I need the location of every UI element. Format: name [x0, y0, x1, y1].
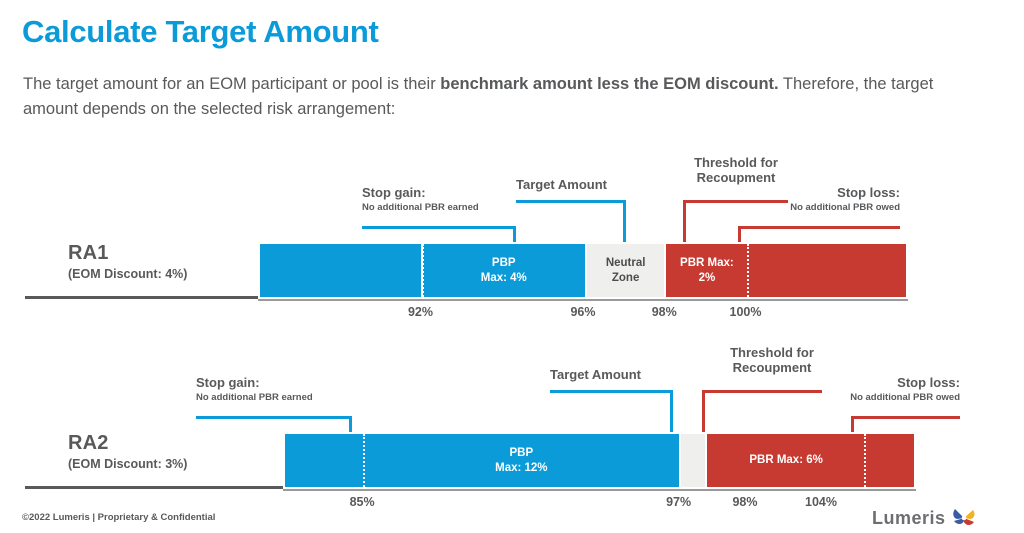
leader-rail-stop-loss-ra2 [851, 416, 960, 419]
leader-drop-threshold-ra1 [683, 200, 686, 244]
callout-threshold-ra1: Threshold for Recoupment [676, 155, 796, 185]
callout-title: Stop loss: [897, 375, 960, 390]
callout-target-amount-ra1: Target Amount [516, 177, 607, 192]
ra1-label-group: RA1 (EOM Discount: 4%) [68, 242, 187, 281]
ra2-tick-98: 98% [732, 495, 758, 509]
ra2-tick-104: 104% [805, 495, 837, 509]
callout-title: Stop gain: [196, 375, 260, 390]
leader-rail-target-ra1 [516, 200, 626, 203]
callout-title: Stop loss: [837, 185, 900, 200]
callout-title-line1: Threshold for [694, 155, 778, 170]
segment-label: PBP [491, 256, 516, 269]
ra1-segment-lower-blue [260, 244, 423, 297]
ra1-segment-pbr: PBR Max: 2% [666, 244, 748, 297]
segment-sublabel: Max: 12% [495, 461, 548, 474]
ra2-name: RA2 [68, 432, 109, 454]
segment-label: PBR Max: [680, 256, 734, 269]
leader-rail-stop-loss-ra1 [738, 226, 900, 229]
ra1-segment-upper-red [746, 244, 906, 297]
callout-title: Target Amount [516, 177, 607, 192]
ra2-segment-pbr: PBR Max: 6% [706, 434, 866, 487]
segment-sublabel: Zone [611, 271, 640, 284]
ra1-segment-neutral-zone: Neutral Zone [585, 244, 667, 297]
callout-subtitle: No additional PBR owed [790, 202, 900, 213]
callout-subtitle: No additional PBR earned [196, 392, 313, 403]
ra1-segment-pbp: PBP Max: 4% [421, 244, 585, 297]
pinwheel-logo-icon [952, 509, 974, 525]
callout-title: Target Amount [550, 367, 641, 382]
chart-row-ra1: Stop gain: No additional PBR earned Targ… [0, 150, 1024, 325]
callout-target-amount-ra2: Target Amount [550, 367, 641, 382]
ra2-tick-85: 85% [349, 495, 375, 509]
callout-subtitle: No additional PBR earned [362, 202, 479, 213]
segment-sublabel: Max: 4% [480, 271, 527, 284]
callout-stop-loss-ra1: Stop loss: No additional PBR owed [700, 185, 900, 214]
ra1-discount: (EOM Discount: 4%) [68, 267, 188, 281]
page-title: Calculate Target Amount [22, 14, 379, 49]
ra2-bar: PBP Max: 12% PBR Max: 6% [283, 432, 916, 491]
leader-drop-target-ra2 [670, 390, 673, 434]
ra1-name: RA1 [68, 242, 109, 264]
ra1-bar: PBP Max: 4% Neutral Zone PBR Max: 2% [258, 242, 908, 301]
ra2-segment-lower-blue [285, 434, 365, 487]
ra1-tick-100: 100% [729, 305, 762, 319]
leader-rail-stop-gain-ra2 [196, 416, 352, 419]
segment-label: Neutral [605, 256, 646, 269]
ra1-tick-92: 92% [407, 305, 434, 319]
callout-title-line2: Recoupment [732, 360, 812, 375]
callout-stop-gain-ra1: Stop gain: No additional PBR earned [362, 185, 479, 214]
leader-drop-threshold-ra2 [702, 390, 705, 434]
callout-stop-loss-ra2: Stop loss: No additional PBR owed [800, 375, 960, 404]
ra2-baseline [25, 486, 290, 489]
lumeris-logo: Lumeris [872, 506, 977, 530]
callout-title-line2: Recoupment [696, 170, 776, 185]
ra2-label-group: RA2 (EOM Discount: 3%) [68, 432, 187, 471]
ra2-discount: (EOM Discount: 3%) [68, 457, 188, 471]
leader-rail-target-ra2 [550, 390, 673, 393]
page-subtitle: The target amount for an EOM participant… [23, 72, 983, 122]
slide-canvas: Calculate Target Amount The target amoun… [0, 0, 1024, 533]
ra1-baseline [25, 296, 265, 299]
subtitle-text-1: The target amount for an EOM participant… [23, 75, 441, 93]
leader-rail-stop-gain-ra1 [362, 226, 516, 229]
ra1-tick-98: 98% [651, 305, 677, 319]
callout-stop-gain-ra2: Stop gain: No additional PBR earned [196, 375, 313, 404]
subtitle-text-bold: benchmark amount less the EOM discount. [440, 75, 779, 93]
footer-copyright: ©2022 Lumeris | Proprietary & Confidenti… [22, 512, 216, 523]
callout-threshold-ra2: Threshold for Recoupment [712, 345, 832, 375]
segment-label: PBR Max: 6% [749, 454, 823, 466]
logo-wordmark: Lumeris [872, 507, 946, 528]
segment-sublabel: 2% [698, 271, 716, 284]
ra2-segment-neutral-zone [680, 434, 707, 487]
ra1-tick-96: 96% [570, 305, 596, 319]
segment-label: PBP [509, 446, 534, 459]
callout-subtitle: No additional PBR owed [850, 392, 960, 403]
callout-title: Stop gain: [362, 185, 426, 200]
ra2-segment-pbp: PBP Max: 12% [363, 434, 681, 487]
callout-title-line1: Threshold for [730, 345, 814, 360]
ra2-segment-upper-red [864, 434, 914, 487]
leader-drop-target-ra1 [623, 200, 626, 244]
ra2-tick-97: 97% [666, 495, 692, 509]
chart-row-ra2: Stop gain: No additional PBR earned Targ… [0, 340, 1024, 515]
